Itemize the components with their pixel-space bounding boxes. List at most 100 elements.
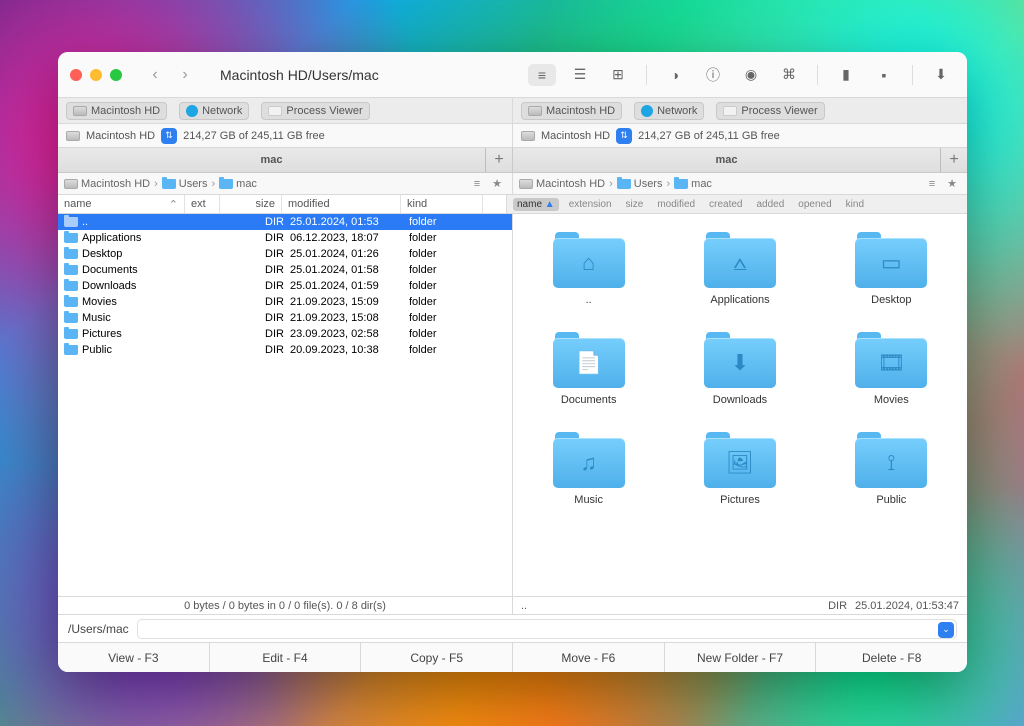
file-modified: 21.09.2023, 15:08: [290, 312, 409, 324]
left-pane[interactable]: ..DIR25.01.2024, 01:53folderApplications…: [58, 214, 513, 596]
chevron-down-icon[interactable]: ⌄: [938, 622, 954, 638]
list-row[interactable]: DesktopDIR25.01.2024, 01:26folder: [58, 246, 512, 262]
toggle-switch-icon[interactable]: ◑: [661, 64, 689, 86]
file-modified: 06.12.2023, 18:07: [290, 232, 409, 244]
list-row[interactable]: PublicDIR20.09.2023, 10:38folder: [58, 342, 512, 358]
view-grid-icon[interactable]: ⊞: [604, 64, 632, 86]
right-pane[interactable]: ⌂.. ⩟Applications ▭ Desktop 📄Documents ⬇Downl…: [513, 214, 967, 596]
breadcrumb-seg-mac[interactable]: mac: [219, 178, 257, 190]
list-row[interactable]: MoviesDIR21.09.2023, 15:09folder: [58, 294, 512, 310]
copy-button[interactable]: Copy - F5: [361, 643, 513, 672]
hamburger-icon[interactable]: ≡: [468, 176, 486, 192]
bookmark-network[interactable]: Network: [179, 102, 249, 120]
star-icon[interactable]: ★: [488, 176, 506, 192]
folder-icon: ⟟: [855, 432, 927, 488]
folder-item[interactable]: 🎞Movies: [836, 332, 946, 406]
folder-item[interactable]: ⟟Public: [836, 432, 946, 506]
archive-icon[interactable]: ▮: [832, 64, 860, 86]
binoculars-icon[interactable]: ⌘: [775, 64, 803, 86]
sort-name[interactable]: name ▲: [513, 198, 559, 211]
col-size[interactable]: size: [220, 195, 282, 213]
view-columns-icon[interactable]: ☰: [566, 64, 594, 86]
new-folder-button[interactable]: New Folder - F7: [665, 643, 817, 672]
close-button[interactable]: [70, 69, 82, 81]
sort-modified[interactable]: modified: [653, 198, 699, 211]
folder-item[interactable]: ⬇Downloads: [685, 332, 795, 406]
col-name[interactable]: name⌃: [58, 195, 185, 213]
folder-item[interactable]: ♫Music: [534, 432, 644, 506]
col-kind[interactable]: kind: [401, 195, 483, 213]
bookmark-hd[interactable]: Macintosh HD: [521, 102, 622, 120]
file-kind: folder: [409, 280, 491, 292]
download-icon[interactable]: ⬇: [927, 64, 955, 86]
folder-icon: [64, 217, 78, 227]
tab-mac[interactable]: mac: [58, 148, 486, 172]
list-row[interactable]: PicturesDIR23.09.2023, 02:58folder: [58, 326, 512, 342]
drive-dropdown[interactable]: ⇅: [161, 128, 177, 144]
terminal-icon: [723, 106, 737, 116]
bookmark-hd[interactable]: Macintosh HD: [66, 102, 167, 120]
nav-forward-button[interactable]: ›: [172, 64, 198, 86]
list-row[interactable]: DocumentsDIR25.01.2024, 01:58folder: [58, 262, 512, 278]
new-tab-button[interactable]: +: [486, 148, 512, 172]
file-name: Desktop: [82, 248, 122, 260]
sort-opened[interactable]: opened: [794, 198, 835, 211]
view-list-icon[interactable]: ≡: [528, 64, 556, 86]
drive-free-space: 214,27 GB of 245,11 GB free: [638, 130, 780, 142]
quicklook-icon[interactable]: ◉: [737, 64, 765, 86]
list-row[interactable]: ApplicationsDIR06.12.2023, 18:07folder: [58, 230, 512, 246]
breadcrumb-seg-users[interactable]: Users: [162, 178, 208, 190]
breadcrumb-seg-hd[interactable]: Macintosh HD: [64, 178, 150, 190]
file-name: Movies: [82, 296, 117, 308]
file-size: DIR: [228, 264, 290, 276]
file-kind: folder: [409, 344, 491, 356]
folder-item[interactable]: 📄Documents: [534, 332, 644, 406]
zoom-button[interactable]: [110, 69, 122, 81]
bookmark-process-viewer[interactable]: Process Viewer: [716, 102, 824, 120]
list-row[interactable]: ..DIR25.01.2024, 01:53folder: [58, 214, 512, 230]
col-ext[interactable]: ext: [185, 195, 220, 213]
sort-added[interactable]: added: [752, 198, 788, 211]
edit-button[interactable]: Edit - F4: [210, 643, 362, 672]
tab-mac[interactable]: mac: [513, 148, 941, 172]
new-tab-button[interactable]: +: [941, 148, 967, 172]
move-button[interactable]: Move - F6: [513, 643, 665, 672]
bookmarks-bar: Macintosh HD Network Process Viewer Maci…: [58, 98, 967, 124]
sort-size[interactable]: size: [622, 198, 648, 211]
folder-label: Documents: [561, 394, 617, 406]
sort-created[interactable]: created: [705, 198, 746, 211]
drive-dropdown[interactable]: ⇅: [616, 128, 632, 144]
folder-item[interactable]: 🖼Pictures: [685, 432, 795, 506]
bookmark-process-viewer[interactable]: Process Viewer: [261, 102, 369, 120]
breadcrumb-seg-users[interactable]: Users: [617, 178, 663, 190]
path-input[interactable]: ⌄: [137, 619, 957, 639]
folder-item[interactable]: ⌂..: [534, 232, 644, 306]
breadcrumb-seg-hd[interactable]: Macintosh HD: [519, 178, 605, 190]
sort-extension[interactable]: extension: [565, 198, 616, 211]
col-modified[interactable]: modified: [282, 195, 401, 213]
breadcrumb-seg-mac[interactable]: mac: [674, 178, 712, 190]
minimize-button[interactable]: [90, 69, 102, 81]
delete-button[interactable]: Delete - F8: [816, 643, 967, 672]
fkeys-row: View - F3 Edit - F4 Copy - F5 Move - F6 …: [58, 642, 967, 672]
list-row[interactable]: MusicDIR21.09.2023, 15:08folder: [58, 310, 512, 326]
eject-icon[interactable]: ▪: [870, 64, 898, 86]
sort-kind[interactable]: kind: [842, 198, 868, 211]
folder-item[interactable]: ⩟Applications: [685, 232, 795, 306]
folder-item[interactable]: ▭ Desktop: [836, 232, 946, 306]
drive-name: Macintosh HD: [541, 130, 610, 142]
harddisk-icon: [528, 106, 542, 116]
hamburger-icon[interactable]: ≡: [923, 176, 941, 192]
folder-label: Downloads: [713, 394, 767, 406]
info-icon[interactable]: ⓘ: [699, 64, 727, 86]
folder-label: Desktop: [871, 294, 911, 306]
file-name: Downloads: [82, 280, 136, 292]
folder-icon: ▭: [855, 232, 927, 288]
file-name: Pictures: [82, 328, 122, 340]
view-button[interactable]: View - F3: [58, 643, 210, 672]
star-icon[interactable]: ★: [943, 176, 961, 192]
bookmark-network[interactable]: Network: [634, 102, 704, 120]
file-kind: folder: [409, 232, 491, 244]
nav-back-button[interactable]: ‹: [142, 64, 168, 86]
list-row[interactable]: DownloadsDIR25.01.2024, 01:59folder: [58, 278, 512, 294]
